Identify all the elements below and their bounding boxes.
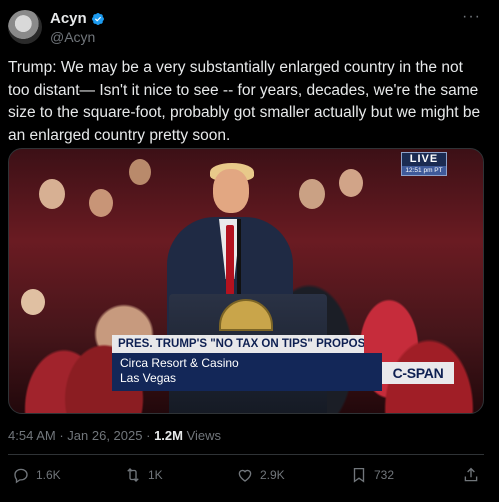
crowd-person	[89, 189, 113, 217]
views-count[interactable]: 1.2M	[154, 428, 183, 443]
author-name[interactable]: Acyn	[50, 10, 87, 27]
live-indicator: LIVE 12:51 pm PT	[401, 152, 447, 176]
reply-count: 1.6K	[36, 468, 61, 482]
like-button[interactable]: 2.9K	[236, 466, 285, 484]
action-bar: 1.6K 1K 2.9K 732	[0, 466, 499, 490]
tweet-meta: 4:54 AM · Jan 26, 2025 · 1.2M Views	[8, 428, 221, 443]
tweet-time[interactable]: 4:54 AM	[8, 428, 56, 443]
like-count: 2.9K	[260, 468, 285, 482]
repost-button[interactable]: 1K	[124, 466, 163, 484]
live-time: 12:51 pm PT	[402, 166, 446, 175]
avatar[interactable]	[8, 10, 42, 44]
share-icon	[464, 467, 478, 482]
more-options-icon[interactable]: ···	[462, 8, 481, 26]
crowd-person	[299, 179, 325, 209]
heart-icon	[238, 469, 252, 482]
live-label: LIVE	[409, 153, 439, 165]
repost-count: 1K	[148, 468, 163, 482]
chyron-headline: PRES. TRUMP'S "NO TAX ON TIPS" PROPOSAL	[112, 335, 364, 353]
share-button[interactable]	[462, 466, 480, 484]
crowd-person	[39, 179, 65, 209]
crowd-person	[129, 159, 151, 185]
crowd-person	[339, 169, 363, 197]
crowd-person	[21, 289, 45, 315]
location-line-1: Circa Resort & Casino	[120, 356, 239, 370]
repost-icon	[127, 468, 139, 482]
author-handle[interactable]: @Acyn	[50, 29, 95, 45]
author-name-row: Acyn	[50, 10, 105, 27]
bookmark-count: 732	[374, 468, 395, 482]
network-logo: C-SPAN	[382, 362, 454, 384]
reply-button[interactable]: 1.6K	[12, 466, 61, 484]
speaker-tie	[226, 225, 234, 295]
bookmark-button[interactable]: 732	[350, 466, 394, 484]
meta-separator: ·	[59, 428, 64, 443]
tweet-card: Acyn @Acyn ··· Trump: We may be a very s…	[0, 0, 499, 502]
speaker-head	[213, 169, 249, 213]
location-line-2: Las Vegas	[120, 371, 177, 385]
tweet-text: Trump: We may be a very substantially en…	[8, 59, 481, 144]
bookmark-icon	[353, 467, 365, 483]
reply-icon	[14, 468, 28, 484]
views-label: Views	[186, 428, 222, 443]
tweet-date[interactable]: Jan 26, 2025	[67, 428, 142, 443]
verified-badge-icon	[91, 12, 104, 25]
divider	[8, 454, 484, 455]
meta-separator: ·	[146, 428, 151, 443]
tweet-media-video[interactable]: LIVE 12:51 pm PT PRES. TRUMP'S "NO TAX O…	[8, 148, 484, 414]
chyron-location: Circa Resort & Casino Las Vegas	[112, 353, 382, 391]
microphone	[237, 219, 241, 299]
